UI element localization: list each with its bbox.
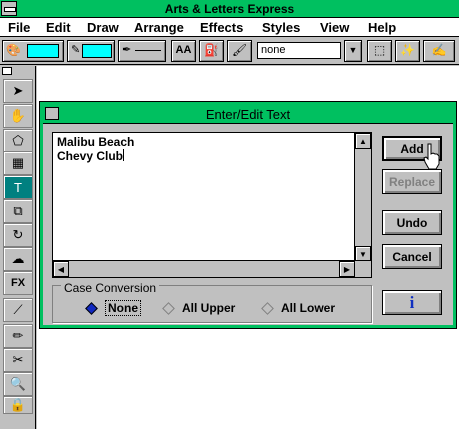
scroll-right-icon[interactable]: ▶ [339, 261, 355, 277]
magic-wand-button[interactable]: ✨ [395, 40, 420, 62]
arrow-tool[interactable]: ➤ [3, 79, 33, 103]
menu-bar: File Edit Draw Arrange Effects Styles Vi… [0, 18, 459, 37]
scroll-up-icon[interactable]: ▲ [355, 133, 371, 149]
menu-file[interactable]: File [8, 20, 30, 35]
rotate-tool[interactable]: ↻ [3, 223, 33, 247]
text-edit-area[interactable]: Malibu Beach Chevy Club ▲ ▼ ◀ ▶ [52, 132, 372, 278]
fill-tool[interactable]: ☁ [3, 247, 33, 271]
palette-sys-icon[interactable] [2, 67, 12, 75]
text-size-icon: AA [175, 44, 192, 56]
brush-icon: 🖌 [231, 43, 248, 57]
radio-indicator [162, 301, 175, 315]
text-line-2: Chevy Club [57, 149, 124, 163]
zoom-tool[interactable]: 🔍 [3, 372, 33, 396]
cancel-button[interactable]: Cancel [382, 244, 442, 269]
menu-help[interactable]: Help [368, 20, 396, 35]
clipart-tool[interactable]: ▦ [3, 151, 33, 175]
radio-label: None [105, 300, 141, 316]
text-size-button[interactable]: AA [171, 40, 196, 62]
scissors-tool[interactable]: ✂ [3, 348, 33, 372]
text-line-1: Malibu Beach [57, 135, 135, 149]
line-style-dropdown[interactable]: ▼ [344, 40, 362, 62]
node-select-icon: ⬚ [373, 43, 386, 57]
clipart-icon: ▦ [11, 155, 25, 170]
text-content[interactable]: Malibu Beach Chevy Club [57, 136, 134, 163]
line-color-button[interactable]: ✎ [67, 40, 115, 62]
menu-draw[interactable]: Draw [87, 20, 119, 35]
fill-tool-button[interactable]: ⛽ [199, 40, 224, 62]
line-color-swatch [82, 44, 112, 58]
dialog-system-menu[interactable] [45, 107, 59, 120]
radio-label: All Upper [182, 301, 236, 315]
radio-label: All Lower [281, 301, 336, 315]
line-style-input[interactable]: none [257, 42, 341, 59]
lock-icon: 🔒 [9, 397, 27, 412]
lock-tool[interactable]: 🔒 [3, 396, 33, 414]
replace-button[interactable]: Replace [382, 169, 442, 194]
pointer-hand-icon [423, 143, 440, 170]
line-weight-button[interactable]: ✒ [118, 40, 166, 62]
text-caret [123, 149, 125, 161]
case-conversion-label: Case Conversion [61, 281, 160, 295]
toolbar: 🎨 ✎ ✒ AA ⛽ 🖌 none ▼ ⬚ ✨ ✍ [0, 37, 459, 65]
vertical-scrollbar[interactable]: ▲ ▼ [354, 133, 371, 262]
arrow-icon: ➤ [12, 83, 24, 98]
brush-tool-button[interactable]: 🖌 [227, 40, 252, 62]
paint-bucket-icon: ⛽ [204, 43, 219, 57]
line-icon: ⟋ [13, 302, 23, 317]
radio-all-lower[interactable]: All Lower [261, 301, 336, 315]
app-title: Arts & Letters Express [164, 2, 295, 16]
shapes-tool[interactable]: ⬠ [3, 129, 33, 153]
pen-icon: ✎ [71, 44, 81, 56]
fill-color-swatch [27, 44, 59, 58]
scroll-left-icon[interactable]: ◀ [53, 261, 69, 277]
node-tool-button[interactable]: ⬚ [367, 40, 392, 62]
text-icon: T [14, 179, 22, 195]
wand-icon: ✨ [400, 43, 415, 57]
chevron-down-icon: ▼ [348, 45, 358, 55]
fill-color-button[interactable]: 🎨 [2, 40, 64, 62]
radio-all-upper[interactable]: All Upper [162, 301, 236, 315]
magnifier-icon: 🔍 [9, 376, 27, 391]
text-tool[interactable]: T [3, 175, 33, 199]
menu-view[interactable]: View [320, 20, 349, 35]
menu-effects[interactable]: Effects [200, 20, 243, 35]
radio-none[interactable]: None [85, 300, 141, 316]
scissors-icon: ✂ [12, 352, 24, 367]
spray-icon: ☁ [11, 251, 25, 266]
enter-edit-text-dialog: Enter/Edit Text Malibu Beach Chevy Club … [39, 101, 457, 329]
shapes-icon: ⬠ [12, 133, 24, 148]
radio-indicator [261, 301, 274, 315]
menu-edit[interactable]: Edit [46, 20, 71, 35]
pen-nib-icon: ✒ [122, 44, 132, 56]
transform-icon: ⧉ [13, 203, 23, 218]
info-button[interactable]: i [382, 290, 442, 315]
menu-styles[interactable]: Styles [262, 20, 300, 35]
undo-button[interactable]: Undo [382, 210, 442, 235]
palette-icon: 🎨 [6, 43, 21, 57]
pencil-icon: ✏ [12, 328, 24, 343]
line-tool[interactable]: ⟋ [3, 298, 33, 322]
pen-style-button[interactable]: ✍ [423, 40, 455, 62]
tool-palette: ➤ ✋ ⬠ ▦ T ⧉ ↻ ☁ FX ⟋ ✏ ✂ 🔍 🔒 [0, 66, 36, 429]
radio-indicator [85, 301, 98, 315]
rotate-icon: ↻ [12, 227, 24, 242]
transform-tool[interactable]: ⧉ [3, 199, 33, 223]
app-titlebar: Arts & Letters Express [0, 0, 459, 18]
fx-icon: FX [10, 277, 26, 289]
scrollbar-corner [354, 260, 371, 277]
pen-style-icon: ✍ [431, 43, 447, 57]
menu-arrange[interactable]: Arrange [134, 20, 184, 35]
pencil-tool[interactable]: ✏ [3, 324, 33, 348]
dialog-title: Enter/Edit Text [43, 105, 453, 124]
effects-tool[interactable]: FX [3, 271, 33, 295]
horizontal-scrollbar[interactable]: ◀ ▶ [53, 260, 355, 277]
line-weight-preview [135, 50, 161, 51]
hand-tool[interactable]: ✋ [3, 104, 33, 128]
hand-icon: ✋ [9, 108, 27, 123]
